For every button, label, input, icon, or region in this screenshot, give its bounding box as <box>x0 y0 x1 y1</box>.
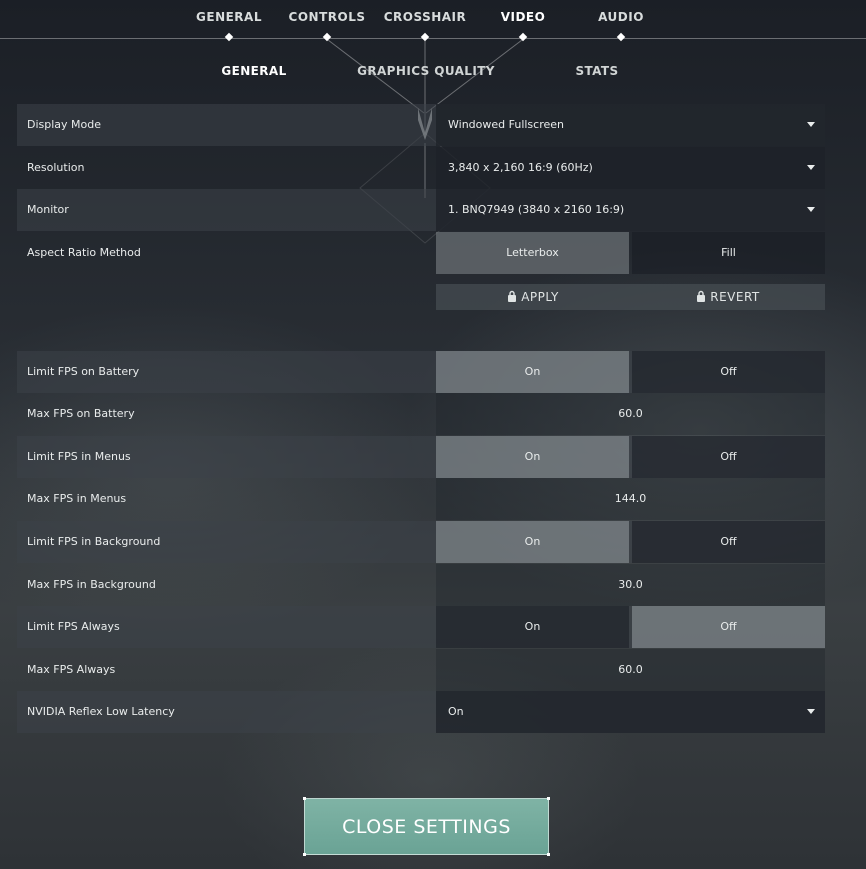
setting-label: Aspect Ratio Method <box>27 246 141 259</box>
caret-down-icon <box>807 122 815 127</box>
setting-max-fps-menus: Max FPS in Menus 144.0 <box>17 478 825 520</box>
dropdown-value: Windowed Fullscreen <box>448 118 564 131</box>
caret-down-icon <box>807 207 815 212</box>
max-fps-always-field[interactable]: 60.0 <box>436 649 825 691</box>
aspect-ratio-toggle: Letterbox Fill <box>436 232 825 274</box>
display-mode-dropdown[interactable]: Windowed Fullscreen <box>436 104 825 146</box>
letterbox-option[interactable]: Letterbox <box>436 232 629 274</box>
setting-label: Limit FPS in Background <box>27 535 161 548</box>
apply-button[interactable]: APPLY <box>436 284 630 310</box>
tab-general[interactable]: GENERAL <box>196 10 262 24</box>
dropdown-value: 1. BNQ7949 (3840 x 2160 16:9) <box>448 203 625 216</box>
on-option[interactable]: On <box>436 436 629 478</box>
setting-display-mode: Display Mode Windowed Fullscreen <box>17 104 825 146</box>
limit-fps-background-toggle: On Off <box>436 521 825 563</box>
setting-limit-fps-battery: Limit FPS on Battery On Off <box>17 351 825 393</box>
max-fps-background-field[interactable]: 30.0 <box>436 564 825 606</box>
setting-label: Max FPS in Menus <box>27 492 127 505</box>
setting-max-fps-background: Max FPS in Background 30.0 <box>17 564 825 606</box>
max-fps-menus-field[interactable]: 144.0 <box>436 478 825 520</box>
setting-label: Monitor <box>27 203 69 216</box>
max-fps-battery-field[interactable]: 60.0 <box>436 393 825 435</box>
numeric-value: 144.0 <box>436 478 825 520</box>
corner-marker <box>547 853 550 856</box>
close-settings-button[interactable]: CLOSE SETTINGS <box>303 797 550 856</box>
setting-limit-fps-always: Limit FPS Always On Off <box>17 606 825 648</box>
setting-label: Resolution <box>27 161 85 174</box>
limit-fps-menus-toggle: On Off <box>436 436 825 478</box>
nvidia-reflex-dropdown[interactable]: On <box>436 691 825 733</box>
on-option[interactable]: On <box>436 606 629 648</box>
setting-label: Max FPS in Background <box>27 578 156 591</box>
caret-down-icon <box>807 165 815 170</box>
tab-controls[interactable]: CONTROLS <box>289 10 366 24</box>
limit-fps-always-toggle: On Off <box>436 606 825 648</box>
subtab-stats[interactable]: STATS <box>575 64 618 78</box>
apply-revert-bar: APPLY REVERT <box>436 284 825 310</box>
off-option[interactable]: Off <box>632 351 825 393</box>
setting-label: Limit FPS Always <box>27 620 120 633</box>
setting-aspect-ratio-method: Aspect Ratio Method Letterbox Fill <box>17 232 825 274</box>
off-option[interactable]: Off <box>632 521 825 563</box>
on-option[interactable]: On <box>436 351 629 393</box>
tab-crosshair[interactable]: CROSSHAIR <box>384 10 467 24</box>
setting-label: Max FPS on Battery <box>27 407 135 420</box>
dropdown-value: 3,840 x 2,160 16:9 (60Hz) <box>448 161 593 174</box>
lock-icon <box>697 290 706 302</box>
setting-max-fps-always: Max FPS Always 60.0 <box>17 649 825 691</box>
resolution-dropdown[interactable]: 3,840 x 2,160 16:9 (60Hz) <box>436 147 825 189</box>
tab-marker <box>224 32 234 42</box>
setting-label: Display Mode <box>27 118 102 131</box>
off-option[interactable]: Off <box>632 436 825 478</box>
monitor-dropdown[interactable]: 1. BNQ7949 (3840 x 2160 16:9) <box>436 189 825 231</box>
limit-fps-battery-toggle: On Off <box>436 351 825 393</box>
revert-button[interactable]: REVERT <box>631 284 825 310</box>
setting-resolution: Resolution 3,840 x 2,160 16:9 (60Hz) <box>17 147 825 189</box>
revert-label: REVERT <box>710 290 760 304</box>
fill-option[interactable]: Fill <box>632 232 825 274</box>
dropdown-value: On <box>448 705 464 718</box>
apply-label: APPLY <box>521 290 559 304</box>
lock-icon <box>508 290 517 302</box>
off-option[interactable]: Off <box>632 606 825 648</box>
setting-label: Limit FPS in Menus <box>27 450 131 463</box>
numeric-value: 60.0 <box>436 393 825 435</box>
setting-monitor: Monitor 1. BNQ7949 (3840 x 2160 16:9) <box>17 189 825 231</box>
corner-marker <box>303 797 306 800</box>
corner-marker <box>547 797 550 800</box>
setting-nvidia-reflex: NVIDIA Reflex Low Latency On <box>17 691 825 733</box>
setting-label: Limit FPS on Battery <box>27 365 140 378</box>
numeric-value: 60.0 <box>436 649 825 691</box>
close-settings-label: CLOSE SETTINGS <box>342 816 511 838</box>
setting-label: NVIDIA Reflex Low Latency <box>27 705 175 718</box>
top-nav: GENERAL CONTROLS CROSSHAIR VIDEO AUDIO <box>0 0 866 42</box>
setting-max-fps-battery: Max FPS on Battery 60.0 <box>17 393 825 435</box>
subtab-general[interactable]: GENERAL <box>221 64 286 78</box>
corner-marker <box>303 853 306 856</box>
numeric-value: 30.0 <box>436 564 825 606</box>
subtab-graphics-quality[interactable]: GRAPHICS QUALITY <box>357 64 495 78</box>
setting-label: Max FPS Always <box>27 663 116 676</box>
on-option[interactable]: On <box>436 521 629 563</box>
setting-limit-fps-menus: Limit FPS in Menus On Off <box>17 436 825 478</box>
tab-audio[interactable]: AUDIO <box>598 10 644 24</box>
setting-limit-fps-background: Limit FPS in Background On Off <box>17 521 825 563</box>
tab-video[interactable]: VIDEO <box>501 10 546 24</box>
caret-down-icon <box>807 709 815 714</box>
tab-marker <box>616 32 626 42</box>
